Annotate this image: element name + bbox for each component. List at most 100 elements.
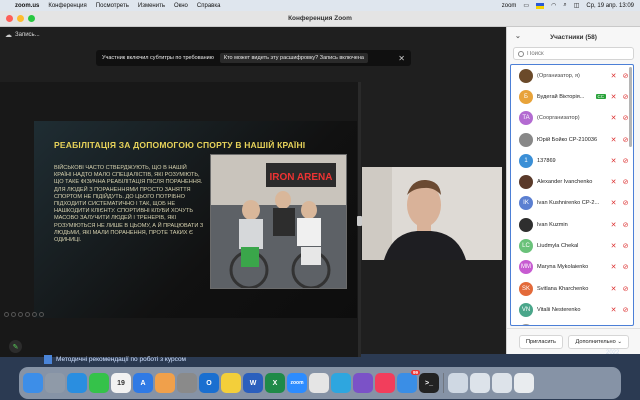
participant-row[interactable]: Б Будегай Вікторія... CC ✕ ⊘ bbox=[511, 86, 633, 107]
zoom-icon[interactable]: zoom bbox=[287, 373, 307, 393]
meeting-area: ☁ Запись... Участник включил субтитры по… bbox=[0, 27, 506, 357]
mail-icon[interactable]: 99 bbox=[397, 370, 420, 393]
participant-row[interactable]: SK Svitlana Kharchenko ✕ ⊘ bbox=[511, 278, 633, 299]
participant-row[interactable]: VN Vitalii Nesterenko ✕ ⊘ bbox=[511, 299, 633, 320]
participant-row[interactable]: MM Maryna Mykolaienko ✕ ⊘ bbox=[511, 257, 633, 278]
menu-conference[interactable]: Конференция bbox=[48, 3, 86, 9]
speaker-video[interactable] bbox=[362, 167, 502, 260]
photos-icon[interactable] bbox=[155, 373, 175, 393]
close-icon[interactable]: ✕ bbox=[398, 54, 405, 63]
menubar-app-name[interactable]: zoom.us bbox=[15, 3, 39, 9]
participant-name-text: Ivan Kuzmin bbox=[537, 221, 568, 228]
word-icon[interactable]: W bbox=[243, 373, 263, 393]
participant-row[interactable]: TA (Соорганизатор) ✕ ⊘ bbox=[511, 108, 633, 129]
captions-banner: Участник включил субтитры по требованию … bbox=[96, 50, 411, 66]
nav-dot-icon[interactable] bbox=[32, 312, 37, 317]
minimize-window-button[interactable] bbox=[17, 15, 24, 22]
mic-muted-icon: ✕ bbox=[610, 264, 617, 272]
video-off-icon: ⊘ bbox=[622, 157, 629, 165]
battery-icon[interactable]: ▭ bbox=[523, 2, 529, 9]
settings-icon[interactable] bbox=[177, 373, 197, 393]
participant-role: (Соорганизатор) bbox=[537, 115, 580, 122]
menu-edit[interactable]: Изменить bbox=[138, 3, 165, 9]
appstore-icon[interactable]: A bbox=[133, 373, 153, 393]
safari-icon[interactable] bbox=[67, 373, 87, 393]
excel-label: X bbox=[272, 379, 278, 387]
chevron-down-icon[interactable]: ⌄ bbox=[515, 32, 521, 40]
folder-icon[interactable] bbox=[492, 373, 512, 393]
participant-list-scrollbar[interactable] bbox=[629, 67, 632, 147]
participant-name-text: Alexander Ivanchenko bbox=[537, 179, 593, 186]
participant-search-input[interactable] bbox=[527, 50, 627, 57]
facetime-icon[interactable] bbox=[89, 373, 109, 393]
telegram-icon[interactable] bbox=[331, 373, 351, 393]
invite-button[interactable]: Пригласить bbox=[519, 334, 563, 349]
nav-dot-icon[interactable] bbox=[4, 312, 9, 317]
participant-search[interactable] bbox=[513, 47, 634, 60]
preview-icon[interactable] bbox=[448, 373, 468, 393]
participant-row[interactable]: 1 137869 ✕ ⊘ bbox=[511, 150, 633, 171]
music-icon[interactable] bbox=[375, 373, 395, 393]
window-titlebar: Конференция Zoom bbox=[0, 11, 640, 27]
clock[interactable]: Ср, 19 апр. 13:09 bbox=[586, 3, 634, 9]
nav-dot-icon[interactable] bbox=[25, 312, 30, 317]
window-controls bbox=[6, 15, 35, 22]
calendar-icon[interactable]: 19 bbox=[111, 373, 131, 393]
zoom-status-label[interactable]: zoom bbox=[502, 3, 517, 9]
control-center-icon[interactable]: ◫ bbox=[574, 2, 580, 9]
participant-name-text: Maryna Mykolaienko bbox=[537, 264, 589, 271]
wifi-icon[interactable]: ◠ bbox=[551, 2, 556, 9]
participant-row[interactable]: (Организатор, я) ✕ ⊘ bbox=[511, 65, 633, 86]
fullscreen-window-button[interactable] bbox=[28, 15, 35, 22]
outlook-label: O bbox=[206, 379, 212, 387]
trash-icon[interactable] bbox=[514, 373, 534, 393]
notes-icon[interactable] bbox=[221, 373, 241, 393]
participant-row[interactable]: Ivan Kuzmin ✕ ⊘ bbox=[511, 214, 633, 235]
participant-row[interactable]: LC Liudmyla Chekal ✕ ⊘ bbox=[511, 235, 633, 256]
participants-title: Участники (58) bbox=[550, 33, 597, 41]
more-options-button[interactable]: Дополнительно ⌄ bbox=[568, 334, 629, 349]
viber-icon[interactable] bbox=[353, 373, 373, 393]
speaker-video-image bbox=[362, 167, 502, 260]
search-icon[interactable]: ⌕ bbox=[563, 2, 566, 9]
annotate-pen-button[interactable]: ✎ bbox=[9, 340, 22, 353]
outlook-icon[interactable]: O bbox=[199, 373, 219, 393]
terminal-icon[interactable]: >_ bbox=[419, 373, 439, 393]
mic-muted-icon: ✕ bbox=[610, 285, 617, 293]
participant-name: (Соорганизатор) bbox=[537, 115, 606, 121]
close-window-button[interactable] bbox=[6, 15, 13, 22]
menubar-status: zoom ▭ ◠ ⌕ ◫ Ср, 19 апр. 13:09 bbox=[502, 2, 634, 9]
menu-view[interactable]: Посмотреть bbox=[96, 3, 129, 9]
avatar bbox=[519, 324, 533, 325]
participant-name: Alexander Ivanchenko bbox=[537, 179, 606, 185]
excel-icon[interactable]: X bbox=[265, 373, 285, 393]
participant-row[interactable]: Бауранава Богданова ✕⊘ bbox=[511, 321, 633, 325]
participant-row[interactable]: IK Ivan Kushnirenko СР-2... ✕ ⊘ bbox=[511, 193, 633, 214]
avatar: IK bbox=[519, 196, 533, 211]
nav-dot-icon[interactable] bbox=[18, 312, 23, 317]
recording-indicator[interactable]: ☁ Запись... bbox=[5, 31, 40, 39]
menu-help[interactable]: Справка bbox=[197, 3, 221, 9]
menu-window[interactable]: Окно bbox=[174, 3, 188, 9]
nav-dot-icon[interactable] bbox=[11, 312, 16, 317]
slide-title: Реабілітація за допомогою спорту в нашій… bbox=[54, 140, 306, 150]
mic-muted-icon: ✕ bbox=[610, 136, 617, 144]
participant-row[interactable]: Юрій Бойко СР-210036 ✕ ⊘ bbox=[511, 129, 633, 150]
chrome-icon[interactable] bbox=[309, 373, 329, 393]
menubar: zoom.us Конференция Посмотреть Изменить … bbox=[0, 0, 640, 11]
nav-dot-icon[interactable] bbox=[39, 312, 44, 317]
transcript-visibility-link[interactable]: Кто может видеть эту расшифровку? Запись… bbox=[219, 53, 368, 63]
avatar: LC bbox=[519, 239, 533, 254]
participant-row[interactable]: Alexander Ivanchenko ✕ ⊘ bbox=[511, 171, 633, 192]
participant-list[interactable]: (Организатор, я) ✕ ⊘ Б Будегай Вікторія... C… bbox=[510, 64, 634, 326]
desktop-file[interactable]: Методичні рекомендації по роботі з курсо… bbox=[44, 355, 186, 364]
downloads-icon[interactable] bbox=[470, 373, 490, 393]
participant-name: 137869 bbox=[537, 158, 606, 164]
mic-muted-icon: ✕ bbox=[610, 243, 617, 251]
launchpad-icon[interactable] bbox=[45, 373, 65, 393]
participant-name-text: Ivan Kushnirenko СР-2... bbox=[537, 200, 600, 207]
participant-name: Vitalii Nesterenko bbox=[537, 307, 606, 313]
keyboard-layout-flag-icon[interactable] bbox=[536, 2, 545, 9]
finder-icon[interactable] bbox=[23, 373, 43, 393]
video-off-icon: ⊘ bbox=[622, 221, 629, 229]
